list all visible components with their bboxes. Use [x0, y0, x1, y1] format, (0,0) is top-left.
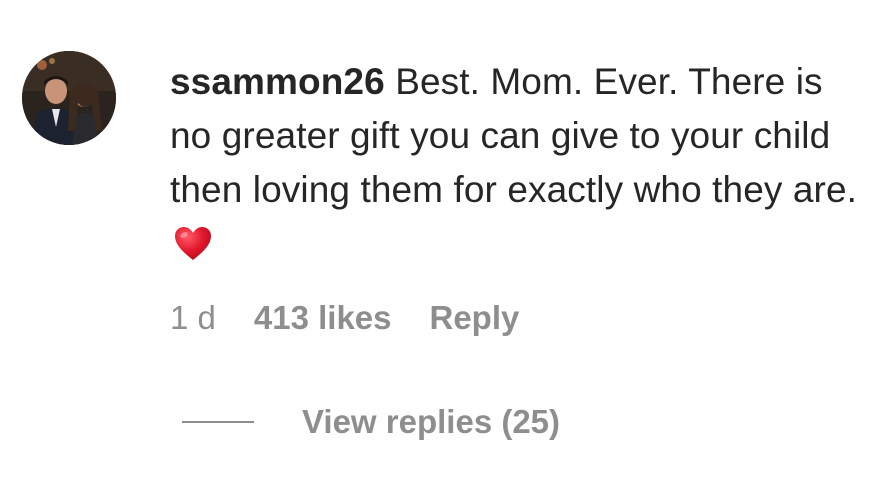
replies-divider-line: [182, 421, 254, 423]
red-heart-icon: [174, 223, 212, 277]
comment-body: ssammon26 Best. Mom. Ever. There is no g…: [170, 55, 860, 277]
view-replies-label: View replies (25): [302, 403, 561, 440]
likes-count-link[interactable]: 413 likes: [254, 299, 392, 337]
avatar[interactable]: [22, 51, 116, 145]
view-replies-button[interactable]: View replies (25): [182, 400, 560, 444]
comment-meta: 1 d 413 likes Reply: [170, 296, 519, 340]
reply-button[interactable]: Reply: [430, 299, 520, 337]
comment-timestamp: 1 d: [170, 299, 216, 336]
comment-username[interactable]: ssammon26: [170, 61, 385, 102]
